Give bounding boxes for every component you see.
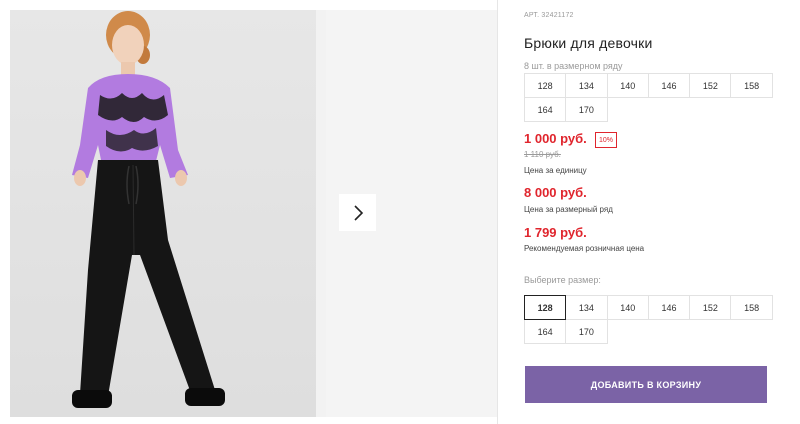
row-price-caption: Цена за размерный ряд xyxy=(524,205,613,214)
product-photo-illustration xyxy=(72,11,225,408)
divider xyxy=(497,0,498,424)
discount-badge: 10% xyxy=(595,132,618,148)
product-title: Брюки для девочки xyxy=(524,35,653,51)
size-row-grid: 128 134 140 146 152 158 164 170 xyxy=(524,73,773,122)
size-option-158[interactable]: 158 xyxy=(730,295,773,320)
add-to-cart-button[interactable]: ДОБАВИТЬ В КОРЗИНУ xyxy=(525,366,767,403)
size-select-grid: 128 134 140 146 152 158 164 170 xyxy=(524,295,773,344)
chevron-right-icon xyxy=(353,204,363,221)
size-row-cell: 146 xyxy=(647,73,691,98)
rrp-caption: Рекомендуемая розничная цена xyxy=(524,244,645,253)
size-option-140[interactable]: 140 xyxy=(606,295,649,320)
size-option-134[interactable]: 134 xyxy=(565,295,608,320)
product-sku: АРТ. 32421172 xyxy=(524,12,574,19)
size-row-cell: 152 xyxy=(689,73,732,98)
row-price: 8 000 руб. xyxy=(524,185,587,200)
size-row-label: 8 шт. в размерном ряду xyxy=(524,61,623,71)
size-option-152[interactable]: 152 xyxy=(689,295,732,320)
size-row-cell: 170 xyxy=(565,97,608,122)
size-option-146[interactable]: 146 xyxy=(647,295,691,320)
size-row-cell: 134 xyxy=(565,73,608,98)
gallery-next-button[interactable] xyxy=(339,194,376,231)
product-gallery xyxy=(10,10,497,417)
product-photo[interactable] xyxy=(10,10,316,417)
size-row-cell: 128 xyxy=(524,73,567,98)
old-price: 1 110 руб. xyxy=(524,150,561,159)
unit-price-caption: Цена за единицу xyxy=(524,166,587,175)
size-option-170[interactable]: 170 xyxy=(565,319,608,344)
unit-price: 1 000 руб. xyxy=(524,131,587,146)
size-row-cell: 164 xyxy=(524,97,567,122)
size-select-label: Выберите размер: xyxy=(524,275,601,285)
size-row-cell: 158 xyxy=(730,73,773,98)
size-row-cell: 140 xyxy=(606,73,649,98)
size-option-128[interactable]: 128 xyxy=(524,295,567,320)
rrp-price: 1 799 руб. xyxy=(524,225,587,240)
size-option-164[interactable]: 164 xyxy=(524,319,567,344)
